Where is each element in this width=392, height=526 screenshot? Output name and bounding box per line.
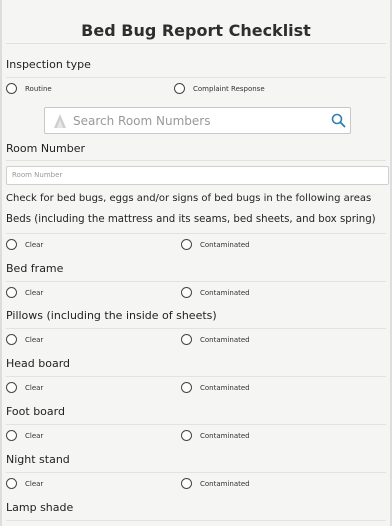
radio-contaminated[interactable]: Contaminated	[181, 334, 250, 345]
radio-label: Complaint Response	[193, 84, 265, 93]
radio-circle[interactable]	[6, 430, 17, 441]
divider	[6, 376, 386, 377]
radio-circle[interactable]	[6, 239, 17, 250]
radio-contaminated[interactable]: Contaminated	[181, 239, 250, 250]
left-border	[0, 0, 2, 526]
radio-label: Contaminated	[200, 288, 250, 297]
radio-label: Clear	[25, 383, 44, 392]
radio-contaminated[interactable]: Contaminated	[181, 478, 250, 489]
radio-circle[interactable]	[181, 334, 192, 345]
radio-label: Clear	[25, 431, 44, 440]
radio-clear[interactable]: Clear	[6, 239, 43, 250]
title-divider	[6, 43, 386, 44]
radio-circle[interactable]	[181, 239, 192, 250]
area-label: Beds (including the mattress and its sea…	[6, 214, 376, 225]
area-label: Head board	[6, 357, 71, 370]
radio-clear[interactable]: Clear	[6, 382, 43, 393]
radio-routine[interactable]: Routine	[6, 83, 52, 94]
radio-circle[interactable]	[6, 382, 17, 393]
divider	[6, 77, 386, 78]
radio-contaminated[interactable]: Contaminated	[181, 430, 250, 441]
form-title: Bed Bug Report Checklist	[81, 21, 311, 40]
divider	[6, 424, 386, 425]
radio-circle[interactable]	[181, 382, 192, 393]
room-number-label: Room Number	[6, 142, 86, 155]
radio-clear[interactable]: Clear	[6, 430, 43, 441]
radio-label: Contaminated	[200, 479, 250, 488]
radio-clear[interactable]: Clear	[6, 334, 43, 345]
radio-label: Contaminated	[200, 335, 250, 344]
radio-circle[interactable]	[6, 478, 17, 489]
area-label: Lamp shade	[6, 501, 74, 514]
area-label: Bed frame	[6, 262, 64, 275]
room-search-box[interactable]: Search Room Numbers	[44, 107, 351, 134]
radio-clear[interactable]: Clear	[6, 478, 43, 489]
radio-label: Contaminated	[200, 383, 250, 392]
radio-circle[interactable]	[6, 83, 17, 94]
radio-label: Contaminated	[200, 431, 250, 440]
divider	[6, 160, 386, 161]
divider	[6, 472, 386, 473]
radio-label: Contaminated	[200, 240, 250, 249]
area-label: Pillows (including the inside of sheets)	[6, 309, 217, 322]
radio-label: Clear	[25, 479, 44, 488]
search-icon[interactable]	[331, 113, 346, 128]
radio-contaminated[interactable]: Contaminated	[181, 382, 250, 393]
app-logo-icon	[54, 114, 66, 128]
radio-circle[interactable]	[6, 334, 17, 345]
room-number-field[interactable]: Room Number	[6, 166, 389, 185]
radio-circle[interactable]	[181, 287, 192, 298]
search-input[interactable]: Search Room Numbers	[73, 114, 210, 128]
area-label: Foot board	[6, 405, 65, 418]
radio-circle[interactable]	[181, 478, 192, 489]
radio-circle[interactable]	[181, 430, 192, 441]
divider	[6, 233, 386, 234]
radio-circle[interactable]	[6, 287, 17, 298]
radio-label: Clear	[25, 288, 44, 297]
instructions-text: Check for bed bugs, eggs and/or signs of…	[6, 193, 372, 204]
inspection-type-label: Inspection type	[6, 58, 91, 71]
area-label: Night stand	[6, 453, 70, 466]
radio-label: Clear	[25, 335, 44, 344]
radio-contaminated[interactable]: Contaminated	[181, 287, 250, 298]
divider	[6, 328, 386, 329]
divider	[6, 281, 386, 282]
radio-circle[interactable]	[174, 83, 185, 94]
divider	[6, 520, 386, 521]
radio-label: Routine	[25, 84, 52, 93]
radio-clear[interactable]: Clear	[6, 287, 43, 298]
radio-complaint-response[interactable]: Complaint Response	[174, 83, 265, 94]
radio-label: Clear	[25, 240, 44, 249]
